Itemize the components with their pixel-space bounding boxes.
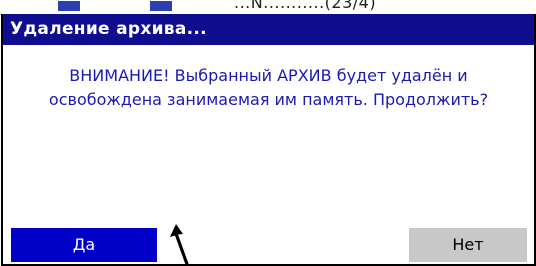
delete-archive-dialog: Удаление архива... ВНИМАНИЕ! Выбранный А… xyxy=(1,14,536,266)
background-block xyxy=(150,1,172,11)
message-line-1: ВНИМАНИЕ! Выбранный АРХИВ будет удалён и xyxy=(69,66,468,85)
background-block xyxy=(58,1,80,11)
background-window-strip: ...N...........(23/4) xyxy=(0,0,536,14)
no-button[interactable]: Нет xyxy=(409,228,527,262)
background-partial-text: ...N...........(23/4) xyxy=(234,0,377,12)
message-line-2: освобождена занимаемая им память. Продол… xyxy=(48,90,489,109)
arrow-cursor-icon xyxy=(170,224,189,266)
dialog-title: Удаление архива... xyxy=(3,14,534,45)
yes-button[interactable]: Да xyxy=(11,228,157,262)
dialog-message: ВНИМАНИЕ! Выбранный АРХИВ будет удалён и… xyxy=(3,64,534,112)
